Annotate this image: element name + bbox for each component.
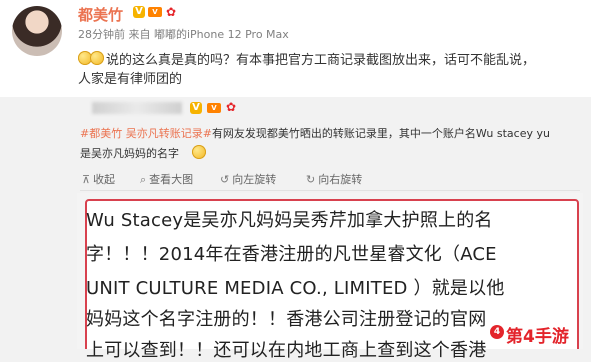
rotate-right-label: 向右旋转 [318, 173, 363, 186]
rotate-left-label: 向左旋转 [232, 173, 277, 186]
avatar[interactable] [12, 6, 62, 56]
collapse-icon: ⊼ [82, 173, 91, 186]
emoji-icon [192, 145, 206, 159]
zoom-icon: ⌕ [140, 173, 147, 186]
image-text-line: UNIT CULTURE MEDIA CO., LIMITED ）就是以他 [86, 278, 505, 299]
repost-text: 是吴亦凡妈妈的名字 [80, 147, 179, 160]
rotate-right-button[interactable]: ↻ 向右旋转 [306, 171, 362, 187]
post-meta: 28分钟前 来自 嘟嘟的iPhone 12 Pro Max [78, 28, 289, 41]
verified-badge-icon: V [190, 102, 202, 114]
rotate-left-button[interactable]: ↺ 向左旋转 [220, 171, 276, 187]
image-text-line: 字！！！2014年在香港注册的凡世星睿文化（ACE [86, 244, 497, 265]
rotate-left-icon: ↺ [220, 173, 230, 186]
blurred-username [92, 102, 182, 114]
collapse-label: 收起 [93, 173, 116, 186]
repost-text-rest: 有网友发现都美竹晒出的转账记录里，其中一个账户名Wu stacey yu [211, 127, 550, 140]
view-large-label: 查看大图 [149, 173, 194, 186]
image-text-line: Wu Stacey是吴亦凡妈妈吴秀芹加拿大护照上的名 [86, 210, 493, 231]
vip-badge-icon: V [207, 103, 221, 113]
image-text-line: 上可以查到！！还可以在内地工商上查到这个香港 [86, 340, 487, 361]
divider [80, 190, 580, 191]
view-large-button[interactable]: ⌕ 查看大图 [140, 171, 193, 187]
rotate-right-icon: ↻ [306, 173, 316, 186]
repost-text: #都美竹 吴亦凡转账记录#有网友发现都美竹晒出的转账记录里，其中一个账户名Wu … [80, 125, 550, 141]
image-text-line: 妈妈这个名字注册的！！香港公司注册登记的官网 [86, 309, 487, 330]
verified-badge-icon: V [133, 6, 145, 18]
watermark-logo-icon: 4 [490, 325, 504, 339]
watermark: 第4手游 [506, 327, 569, 347]
post-text: 人家是有律师团的 [78, 72, 183, 87]
topic-tag[interactable]: #都美竹 吴亦凡转账记录# [80, 127, 212, 140]
gift-badge-icon: ✿ [166, 5, 177, 19]
post-text: 说的这么真是真的吗？有本事把官方工商记录截图放出来，话可不能乱说， [106, 53, 536, 68]
emoji-icon [90, 51, 104, 65]
gift-badge-icon: ✿ [226, 100, 237, 114]
collapse-button[interactable]: ⊼ 收起 [82, 171, 115, 187]
username[interactable]: 都美竹 [78, 4, 123, 25]
vip-badge-icon: V [148, 7, 162, 17]
